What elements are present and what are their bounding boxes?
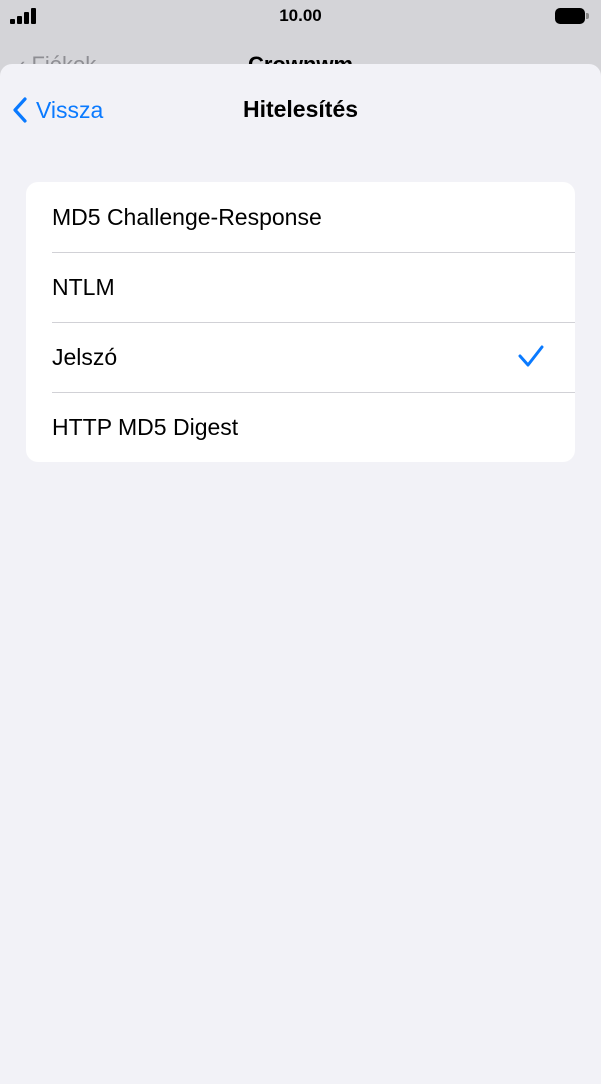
option-label: Jelszó [52, 344, 118, 370]
auth-method-list: MD5 Challenge-Response NTLM Jelszó HTTP … [26, 182, 575, 462]
status-bar: 10.00 [0, 0, 601, 36]
battery-icon [555, 8, 589, 24]
option-label: MD5 Challenge-Response [52, 204, 322, 230]
page-title: Hitelesítés [242, 96, 359, 122]
auth-option-ntlm[interactable]: NTLM [26, 252, 575, 322]
option-label: NTLM [52, 274, 115, 300]
checkmark-icon [518, 345, 544, 367]
auth-option-jelszo[interactable]: Jelszó [26, 322, 575, 392]
auth-option-http-md5-digest[interactable]: HTTP MD5 Digest [26, 392, 575, 462]
status-time: 10.00 [279, 6, 322, 25]
auth-sheet: Vissza Hitelesítés MD5 Challenge-Respons… [0, 64, 601, 1084]
nav-bar: Vissza Hitelesítés [0, 64, 601, 154]
auth-option-md5-challenge-response[interactable]: MD5 Challenge-Response [26, 182, 575, 252]
option-label: HTTP MD5 Digest [52, 414, 239, 440]
